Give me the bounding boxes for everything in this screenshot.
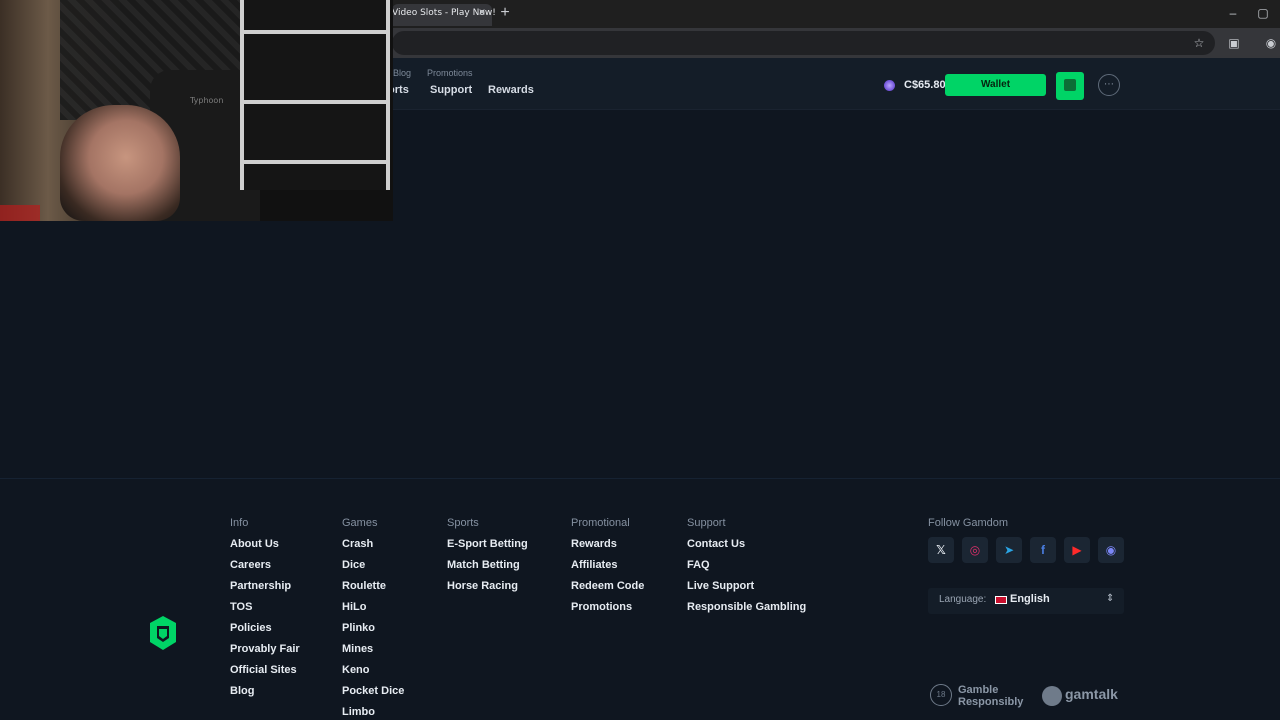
footer-link[interactable]: Plinko [342, 622, 404, 636]
profile-icon[interactable]: ◉ [1264, 36, 1278, 50]
footer-heading: Promotional [571, 517, 630, 529]
webcam-red-light [0, 205, 40, 221]
footer-link[interactable]: Pocket Dice [342, 685, 404, 699]
age-18-badge: 18 [930, 684, 952, 706]
footer-link[interactable]: Contact Us [687, 538, 806, 552]
language-value: English [1010, 593, 1050, 605]
wallet-button[interactable]: Wallet [945, 74, 1046, 96]
webcam-shelf [240, 0, 390, 190]
footer-link[interactable]: Redeem Code [571, 580, 644, 594]
footer-link[interactable]: Policies [230, 622, 300, 636]
avatar-icon [1064, 79, 1076, 91]
footer-link[interactable]: Roulette [342, 580, 404, 594]
footer-divider [0, 478, 1280, 479]
footer-link[interactable]: Horse Racing [447, 580, 528, 594]
footer-heading: Games [342, 517, 378, 529]
footer-column-games: Games Crash Dice Roulette HiLo Plinko Mi… [342, 517, 404, 720]
shelf-board [244, 30, 386, 34]
footer-link[interactable]: Rewards [571, 538, 644, 552]
language-select[interactable]: Language: English ⇕ [928, 588, 1124, 614]
browser-tab[interactable]: Video Slots - Play Now! × [392, 4, 496, 26]
webcam-person [60, 105, 180, 221]
minimize-button[interactable]: – [1226, 6, 1240, 20]
footer-heading: Support [687, 517, 726, 529]
telegram-icon[interactable]: ➤ [996, 537, 1022, 563]
tab-close-icon[interactable]: × [476, 6, 488, 18]
extensions-icon[interactable]: ▣ [1227, 36, 1241, 50]
chat-icon[interactable]: ⋯ [1098, 74, 1120, 96]
updown-chevron-icon: ⇕ [1106, 593, 1115, 604]
footer-link[interactable]: Partnership [230, 580, 300, 594]
gamtalk-icon [1042, 686, 1062, 706]
bookmark-star-icon[interactable]: ☆ [1192, 36, 1206, 50]
footer-link[interactable]: Responsible Gambling [687, 601, 806, 615]
discord-icon[interactable]: ◉ [1098, 537, 1124, 563]
uk-flag-icon [995, 596, 1007, 604]
footer-column-promotional: Promotional Rewards Affiliates Redeem Co… [571, 517, 644, 615]
subnav-blog[interactable]: Blog [393, 68, 411, 78]
restore-button[interactable]: ▢ [1256, 6, 1270, 20]
footer-link[interactable]: FAQ [687, 559, 806, 573]
address-bar[interactable] [392, 31, 1215, 55]
screen: Video Slots - Play Now! × + – ▢ ☆ ▣ ◉ Bl… [0, 0, 1280, 720]
gamtalk-logo[interactable]: gamtalk [1065, 686, 1118, 702]
gamdom-logo-icon [150, 616, 176, 650]
youtube-icon[interactable]: ▶ [1064, 537, 1090, 563]
footer-link[interactable]: Blog [230, 685, 300, 699]
footer-heading: Info [230, 517, 249, 529]
facebook-icon[interactable]: f [1030, 537, 1056, 563]
footer-link[interactable]: Keno [342, 664, 404, 678]
footer-link[interactable]: Mines [342, 643, 404, 657]
language-label: Language: [939, 594, 987, 605]
footer-link[interactable]: Live Support [687, 580, 806, 594]
balance-amount: C$65.80 [904, 79, 946, 91]
footer-column-info: Info About Us Careers Partnership TOS Po… [230, 517, 300, 699]
chair-brand-text: Typhoon [190, 96, 224, 105]
footer-link[interactable]: Limbo [342, 706, 404, 720]
profile-avatar-button[interactable] [1056, 72, 1084, 100]
footer-link[interactable]: Official Sites [230, 664, 300, 678]
new-tab-button[interactable]: + [498, 5, 512, 21]
footer-link[interactable]: Careers [230, 559, 300, 573]
coin-icon [884, 80, 895, 91]
footer-column-support: Support Contact Us FAQ Live Support Resp… [687, 517, 806, 615]
footer-link[interactable]: Match Betting [447, 559, 528, 573]
shelf-board [244, 100, 386, 104]
shelf-board [244, 160, 386, 164]
footer-column-sports: Sports E-Sport Betting Match Betting Hor… [447, 517, 528, 594]
footer-link[interactable]: E-Sport Betting [447, 538, 528, 552]
footer-heading: Sports [447, 517, 479, 529]
nav-support[interactable]: Support [430, 84, 472, 96]
gamble-responsibly-logo[interactable]: Gamble Responsibly [958, 684, 1038, 708]
webcam-overlay: Typhoon [0, 0, 393, 221]
footer-link[interactable]: Affiliates [571, 559, 644, 573]
follow-heading: Follow Gamdom [928, 517, 1009, 529]
footer-link[interactable]: Dice [342, 559, 404, 573]
footer-link[interactable]: Provably Fair [230, 643, 300, 657]
x-icon[interactable]: 𝕏 [928, 537, 954, 563]
nav-rewards[interactable]: Rewards [488, 84, 534, 96]
footer-link[interactable]: Promotions [571, 601, 644, 615]
footer-link[interactable]: HiLo [342, 601, 404, 615]
instagram-icon[interactable]: ◎ [962, 537, 988, 563]
footer-link[interactable]: About Us [230, 538, 300, 552]
footer-link[interactable]: Crash [342, 538, 404, 552]
subnav-promotions[interactable]: Promotions [427, 68, 473, 78]
footer-link[interactable]: TOS [230, 601, 300, 615]
